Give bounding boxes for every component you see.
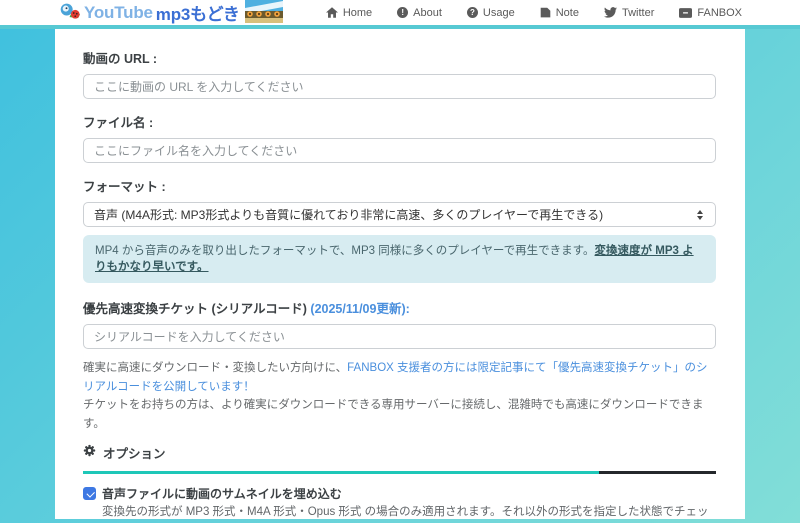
ticket-update-link[interactable]: (2025/11/09更新): [310,302,409,316]
nav-item-note[interactable]: Note [540,7,579,19]
fanbox-icon [679,7,693,18]
nav-label: Note [555,6,579,19]
format-select[interactable]: 音声 (M4A形式: MP3形式よりも音質に優れており非常に高速、多くのプレイヤ… [83,202,716,227]
main-nav: Home About Usage Note Twitter FANBOX [325,6,742,19]
twitter-icon [603,7,617,18]
options-title: オプション [103,446,166,461]
options-header: オプション [83,443,716,462]
option-label[interactable]: 音声ファイルに動画のサムネイルを埋め込む [102,485,342,502]
pixel-beach-banner [244,0,283,28]
nav-label: Usage [482,6,515,19]
format-group: フォーマット : 音声 (M4A形式: MP3形式よりも音質に優れており非常に高… [83,176,716,227]
embed-thumbnail-checkbox[interactable] [83,486,96,500]
format-info-alert: MP4 から音声のみを取り出したフォーマットで、MP3 同様に多くのプレイヤーで… [83,235,716,284]
navbar: YouTube mp3もどき Home ! About ? Usage Note… [0,0,800,29]
video-url-group: 動画の URL : [83,48,716,99]
filename-input[interactable] [83,138,716,163]
option-embed-thumbnail: 音声ファイルに動画のサムネイルを埋め込む 変換先の形式が MP3 形式・M4A … [83,485,716,519]
nav-item-fanbox[interactable]: FANBOX [679,7,742,19]
format-label: フォーマット : [83,180,166,194]
nav-label: FANBOX [697,6,742,19]
ticket-group: 優先高速変換チケット (シリアルコード) (2025/11/09更新): [83,298,716,350]
video-url-input[interactable] [83,74,716,99]
ticket-label: 優先高速変換チケット (シリアルコード) (2025/11/09更新): [83,298,716,317]
nav-item-about[interactable]: About [397,7,442,19]
bird-ladybug-logo-icon [60,1,81,25]
nav-item-usage[interactable]: Usage [466,6,515,19]
filename-label: ファイル名 : [83,116,154,130]
main-content-card: 動画の URL : ファイル名 : フォーマット : 音声 (M4A形式: MP… [55,29,745,519]
video-url-label: 動画の URL : [83,52,158,66]
brand-name-youtube: YouTube [84,2,153,22]
note-icon [540,7,551,18]
nav-item-twitter[interactable]: Twitter [603,6,655,19]
home-icon [325,7,338,18]
question-circle-icon [466,7,478,18]
ticket-help-prefix: 確実に高速にダウンロード・変換したい方向けに、 [83,362,348,375]
brand-name-mp3modoki: mp3もどき [155,5,240,24]
brand-logo[interactable]: YouTube mp3もどき [60,0,283,28]
gear-icon [83,444,96,460]
info-circle-icon [397,7,409,18]
options-divider [83,470,716,474]
ticket-help-line2: チケットをお持ちの方は、より確実にダウンロードできる専用サーバーに接続し、混雑時… [83,399,704,431]
nav-label: Home [342,6,373,19]
ticket-label-text: 優先高速変換チケット (シリアルコード) [83,302,311,317]
serial-code-input[interactable] [83,324,716,350]
nav-item-home[interactable]: Home [325,6,373,19]
filename-group: ファイル名 : [83,112,716,163]
nav-label: Twitter [621,6,655,19]
ticket-help-text: 確実に高速にダウンロード・変換したい方向けに、FANBOX 支援者の方には限定記… [83,359,716,434]
option-description: 変換先の形式が MP3 形式・M4A 形式・Opus 形式 の場合のみ適用されま… [102,505,709,518]
format-info-text: MP4 から音声のみを取り出したフォーマットで、MP3 同様に多くのプレイヤーで… [95,245,595,257]
nav-label: About [413,6,442,19]
